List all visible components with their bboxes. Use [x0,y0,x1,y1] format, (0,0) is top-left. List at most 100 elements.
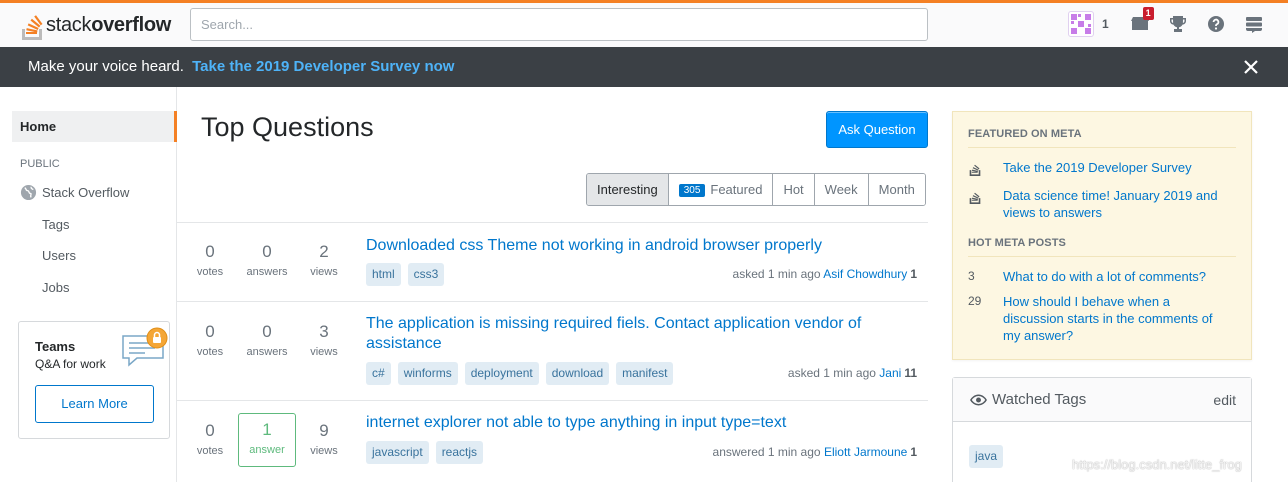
user-avatar[interactable] [1068,11,1094,37]
close-icon [1244,60,1258,74]
stack-logo-icon [22,15,43,40]
top-icons: 1 1 [1068,7,1265,37]
answers-label: answers [246,266,288,278]
question-title-link[interactable]: internet explorer not able to type anyth… [366,413,906,433]
answers-count: 0 answers [238,322,296,359]
featured-meta-item: Data science time! January 2019 and view… [968,187,1236,221]
search-input[interactable] [190,8,928,41]
teams-learn-more-button[interactable]: Learn More [35,385,154,423]
tag-html[interactable]: html [366,263,401,286]
reputation-count: 1 [1102,17,1109,31]
tag-css3[interactable]: css3 [407,263,445,286]
achievements-button[interactable] [1167,13,1189,35]
watched-tags-edit-link[interactable]: edit [1213,392,1236,408]
views-label: views [310,346,338,358]
tag-csharp[interactable]: c# [366,362,391,385]
help-icon [1207,16,1224,32]
teams-lock-illustration-icon [122,327,168,367]
votes-count: 0 votes [181,421,239,458]
page-title: Top Questions [201,112,374,142]
question-tags: html css3 [366,263,451,286]
question-meta: answered 1 min ago Eliott Jarmoune 1 [713,445,917,459]
site-switcher-button[interactable] [1243,13,1265,35]
stack-exchange-icon [1245,17,1262,33]
teams-subtitle: Q&A for work [35,357,106,371]
user-link[interactable]: Asif Chowdhury [823,267,907,281]
ask-question-button[interactable]: Ask Question [826,111,928,148]
sidebar-item-home[interactable]: Home [12,111,177,142]
featured-meta-link[interactable]: Take the 2019 Developer Survey [1003,159,1192,179]
teams-title: Teams [35,339,76,354]
logo-text-bold: overflow [91,13,172,36]
question-row: 0 votes 1 answer 9 views internet explorer … [177,401,928,482]
votes-number: 0 [205,421,215,440]
inbox-button[interactable]: 1 [1129,7,1154,35]
watched-tags-header: Watched Tags edit [953,378,1251,422]
notice-close-button[interactable] [1241,57,1261,77]
user-reputation: 1 [910,267,917,281]
hot-meta-count: 3 [968,269,975,283]
question-tags: javascript reactjs [366,441,490,464]
question-meta: asked 1 min ago Jani 11 [788,366,917,380]
views-count: 3 views [295,322,353,359]
question-title-link[interactable]: Downloaded css Theme not working in andr… [366,236,906,256]
hot-meta-item: 3 What to do with a lot of comments? [968,268,1236,285]
tag-java[interactable]: java [969,445,1004,468]
hot-meta-link[interactable]: What to do with a lot of comments? [1003,268,1206,285]
featured-meta-link[interactable]: Data science time! January 2019 and view… [1003,187,1228,221]
watched-tags-label: Watched Tags [992,391,1087,408]
votes-count: 0 votes [181,242,239,279]
answers-number: 0 [262,242,272,261]
top-bar: stackoverflow 1 1 [0,0,1288,47]
survey-link[interactable]: Take the 2019 Developer Survey now [192,58,454,75]
sidebar-item-tags[interactable]: Tags [42,217,69,232]
tag-manifest[interactable]: manifest [616,362,674,385]
views-label: views [310,266,338,278]
tab-hot[interactable]: Hot [772,174,814,205]
hot-meta-item: 29 How should I behave when a discussion… [968,293,1236,344]
question-title-link[interactable]: The application is missing required fiel… [366,314,886,354]
stack-logo-icon [968,159,1003,179]
notice-message: Make your voice heard. Take the 2019 Dev… [28,58,454,75]
tab-week[interactable]: Week [813,174,868,205]
help-button[interactable] [1205,13,1227,35]
tab-featured[interactable]: 305 Featured [667,174,773,205]
answers-label: answers [246,346,288,358]
featured-meta-heading: FEATURED ON META [968,128,1082,140]
votes-number: 0 [205,242,215,261]
votes-label: votes [196,266,224,278]
sidebar-item-users[interactable]: Users [42,248,76,263]
tag-download[interactable]: download [545,362,610,385]
views-count: 2 views [295,242,353,279]
user-link[interactable]: Jani [879,366,901,380]
asked-time: asked 1 min ago [732,267,821,281]
survey-notice-bar: Make your voice heard. Take the 2019 Dev… [0,47,1288,87]
answers-number: 0 [262,322,272,341]
views-number: 9 [319,421,329,440]
tag-deployment[interactable]: deployment [464,362,539,385]
watermark-text: https://blog.csdn.net/litte_frog [1072,457,1242,472]
notice-text: Make your voice heard. [28,58,184,75]
sidebar-item-stack-overflow[interactable]: Stack Overflow [20,184,129,201]
left-sidebar: Home PUBLIC Stack Overflow Tags Users Jo… [0,87,177,482]
tag-winforms[interactable]: winforms [397,362,458,385]
eye-icon [970,394,987,405]
tag-reactjs[interactable]: reactjs [435,441,484,464]
tag-javascript[interactable]: javascript [366,441,429,464]
featured-meta-item: Take the 2019 Developer Survey [968,159,1236,179]
stack-logo-icon [968,187,1003,221]
tab-interesting[interactable]: Interesting [587,174,668,205]
votes-number: 0 [205,322,215,341]
answers-label: answer [249,444,285,456]
trophy-icon [1169,16,1186,32]
logo-text: stackoverflow [46,14,171,37]
site-logo[interactable]: stackoverflow [20,7,171,43]
hot-meta-link[interactable]: How should I behave when a discussion st… [1003,293,1228,344]
globe-icon [20,184,37,201]
sidebar-item-jobs[interactable]: Jobs [42,280,69,295]
answered-time: answered 1 min ago [712,445,821,459]
views-number: 3 [319,322,329,341]
tab-month[interactable]: Month [867,174,925,205]
hot-meta-heading: HOT META POSTS [968,237,1066,249]
user-link[interactable]: Eliott Jarmoune [824,445,907,459]
